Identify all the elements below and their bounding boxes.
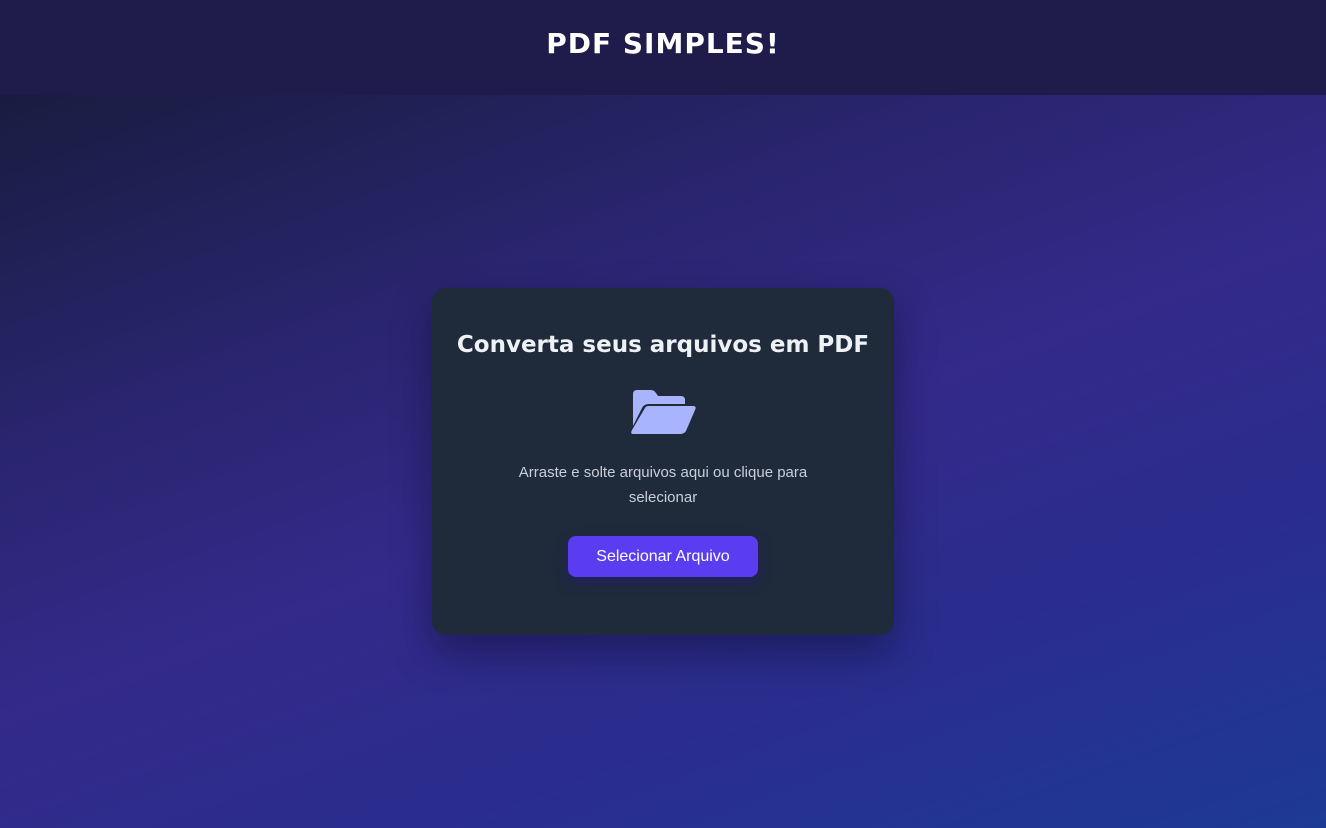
select-file-button[interactable]: Selecionar Arquivo <box>568 536 758 577</box>
logo[interactable]: PDF SIMPLES! <box>546 27 780 60</box>
upload-card[interactable]: Converta seus arquivos em PDF Arraste e … <box>432 288 894 635</box>
top-header: PDF SIMPLES! <box>0 0 1326 95</box>
folder-open-icon <box>631 390 696 434</box>
card-title: Converta seus arquivos em PDF <box>456 332 870 358</box>
drop-hint: Arraste e solte arquivos aqui ou clique … <box>518 464 808 506</box>
